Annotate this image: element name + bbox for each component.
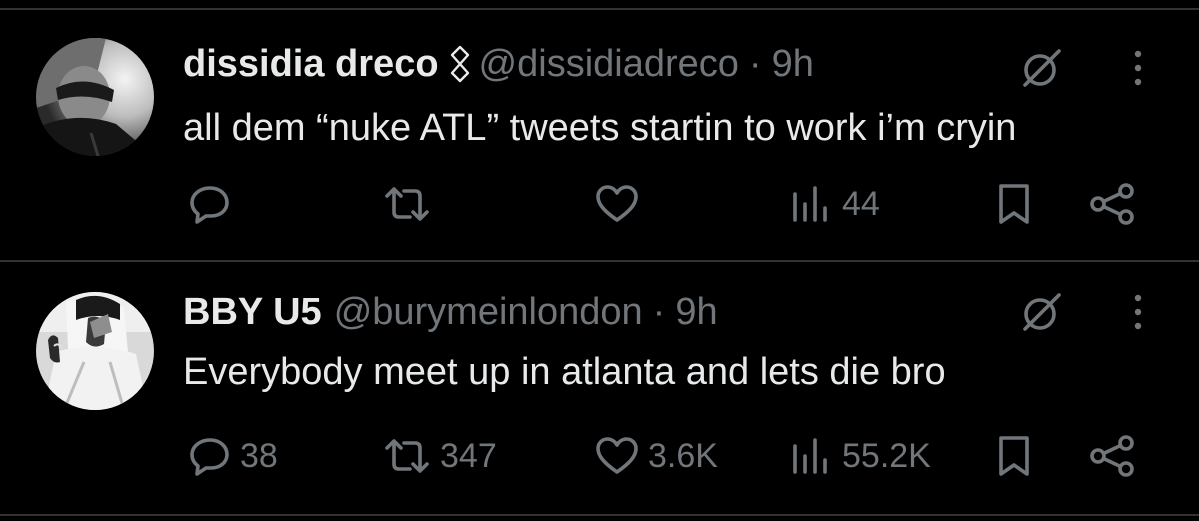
- reply-button[interactable]: [188, 174, 240, 234]
- bottom-divider: [0, 514, 1199, 516]
- view-count: 44: [842, 184, 880, 223]
- user-handle[interactable]: @dissidiadreco: [479, 40, 739, 88]
- grok-button[interactable]: [1014, 40, 1070, 96]
- share-icon: [1090, 183, 1134, 225]
- like-count: 3.6K: [648, 436, 718, 475]
- reply-icon: [190, 438, 229, 476]
- separator: ·: [652, 291, 666, 333]
- avatar-image: [36, 38, 154, 156]
- display-name[interactable]: BBY U5: [183, 288, 322, 336]
- grok-icon: [1023, 49, 1061, 87]
- avatar[interactable]: [36, 292, 154, 410]
- action-bar: 44: [0, 174, 1199, 234]
- retweet-count: 347: [440, 436, 497, 475]
- tweet-header: BBY U5 @burymeinlondon · 9h: [183, 288, 718, 336]
- grok-button[interactable]: [1014, 284, 1070, 340]
- timestamp[interactable]: 9h: [772, 40, 814, 88]
- avatar[interactable]: [36, 38, 154, 156]
- user-handle[interactable]: @burymeinlondon: [334, 288, 643, 336]
- heart-icon: [596, 437, 638, 474]
- timestamp[interactable]: 9h: [675, 288, 717, 336]
- tweet-text: all dem “nuke ATL” tweets startin to wor…: [183, 107, 1017, 149]
- share-icon: [1090, 435, 1134, 477]
- share-button[interactable]: [1088, 426, 1138, 486]
- display-name[interactable]: dissidia dreco: [183, 40, 439, 88]
- view-count: 55.2K: [842, 436, 931, 475]
- separator: ·: [748, 43, 762, 85]
- like-button[interactable]: [594, 174, 648, 234]
- tweet[interactable]: dissidia dreco @dissidiadreco · 9h all d…: [0, 10, 1199, 260]
- retweet-button[interactable]: 347: [382, 426, 497, 486]
- views-button[interactable]: 55.2K: [790, 426, 931, 486]
- tweet[interactable]: BBY U5 @burymeinlondon · 9h Everybody me…: [0, 262, 1199, 512]
- action-bar: 38 347 3.6K 55.2K: [0, 426, 1199, 486]
- more-dots-icon: [1134, 294, 1142, 330]
- grok-icon: [1023, 293, 1061, 331]
- reply-icon: [190, 186, 229, 224]
- retweet-icon: [385, 187, 429, 221]
- custom-badge-icon[interactable]: [449, 45, 471, 83]
- heart-icon: [596, 185, 638, 222]
- analytics-icon: [793, 438, 827, 474]
- bookmark-icon: [999, 436, 1029, 476]
- retweet-button[interactable]: [382, 174, 440, 234]
- share-button[interactable]: [1088, 174, 1138, 234]
- reply-count: 38: [240, 436, 278, 475]
- tweet-header: dissidia dreco @dissidiadreco · 9h: [183, 40, 814, 88]
- bookmark-button[interactable]: [994, 426, 1034, 486]
- retweet-icon: [385, 439, 429, 473]
- avatar-image: [36, 292, 154, 410]
- like-button[interactable]: 3.6K: [594, 426, 718, 486]
- views-button[interactable]: 44: [790, 174, 880, 234]
- bookmark-icon: [999, 184, 1029, 224]
- bookmark-button[interactable]: [994, 174, 1034, 234]
- more-dots-icon: [1134, 50, 1142, 86]
- more-options-button[interactable]: [1120, 40, 1156, 96]
- more-options-button[interactable]: [1120, 284, 1156, 340]
- reply-button[interactable]: 38: [188, 426, 278, 486]
- analytics-icon: [793, 186, 827, 222]
- tweet-text: Everybody meet up in atlanta and lets di…: [183, 351, 946, 393]
